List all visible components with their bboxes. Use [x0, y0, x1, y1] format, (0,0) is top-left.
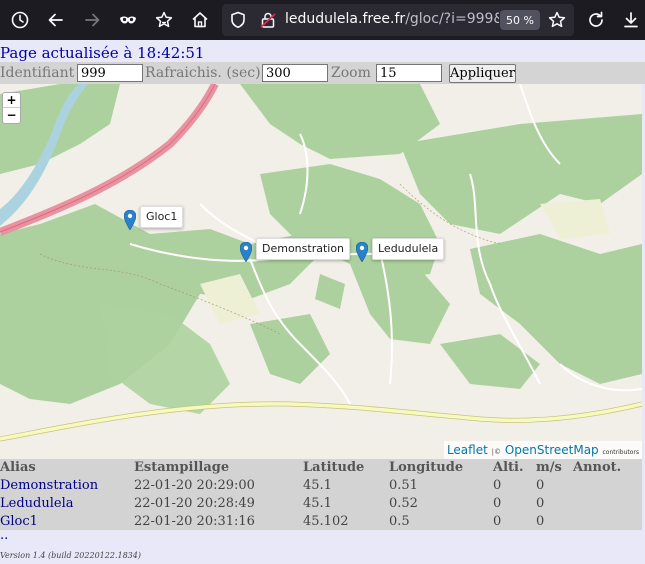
shield-icon[interactable] — [224, 6, 252, 34]
header-altitude: Alti. — [493, 460, 524, 475]
row-timestamp: 22-01-20 20:28:49 — [134, 496, 255, 511]
history-icon[interactable] — [6, 6, 34, 34]
apply-button[interactable]: Appliquer — [449, 64, 516, 83]
attribution-separator: |© — [491, 448, 501, 456]
map[interactable]: + − Gloc1 Demonstration Ledudulela Leafl… — [0, 84, 642, 459]
row-speed: 0 — [536, 514, 545, 529]
row-altitude: 0 — [493, 478, 502, 493]
zoom-in-button[interactable]: + — [3, 93, 20, 107]
marker-tooltip: Ledudulela — [372, 238, 445, 260]
identifier-label: Identifiant : — [0, 65, 84, 81]
leaflet-link[interactable]: Leaflet — [447, 443, 488, 457]
back-icon[interactable] — [42, 6, 70, 34]
row-altitude: 0 — [493, 496, 502, 511]
row-alias-link[interactable]: Gloc1 — [0, 514, 38, 529]
bookmark-icon[interactable] — [543, 6, 571, 34]
row-speed: 0 — [536, 478, 545, 493]
more-link[interactable]: .. — [0, 528, 8, 543]
map-zoom-control: + − — [2, 92, 21, 124]
url-text[interactable]: ledudulela.free.fr/gloc/?i=999&r — [285, 11, 499, 29]
zoom-level-badge[interactable]: 50 % — [500, 10, 540, 30]
map-marker-icon[interactable] — [355, 241, 369, 263]
bookmark-star-icon[interactable] — [150, 6, 178, 34]
header-latitude: Latitude — [303, 460, 365, 475]
settings-form: Identifiant : Rafraichis. (sec) : Zoom :… — [0, 62, 645, 84]
identifier-input[interactable] — [77, 64, 143, 82]
url-bar[interactable]: ledudulela.free.fr/gloc/?i=999&r 50 % — [222, 4, 574, 36]
marker-tooltip: Gloc1 — [140, 206, 184, 228]
openstreetmap-link[interactable]: OpenStreetMap — [505, 443, 599, 457]
insecure-lock-icon[interactable] — [254, 6, 282, 34]
header-annotation: Annot. — [573, 460, 622, 475]
map-marker-icon[interactable] — [239, 241, 253, 263]
row-longitude: 0.5 — [389, 514, 410, 529]
home-icon[interactable] — [186, 6, 214, 34]
row-alias-link[interactable]: Demonstration — [0, 478, 98, 493]
url-path: /gloc/?i=999&r — [405, 11, 499, 27]
row-longitude: 0.51 — [389, 478, 418, 493]
zoom-out-button[interactable]: − — [3, 107, 20, 122]
header-timestamp: Estampillage — [134, 460, 230, 475]
row-latitude: 45.102 — [303, 514, 349, 529]
url-domain: ledudulela.free.fr — [285, 11, 406, 27]
zoom-input[interactable] — [376, 64, 442, 82]
row-speed: 0 — [536, 496, 545, 511]
map-tiles[interactable] — [0, 84, 642, 459]
row-timestamp: 22-01-20 20:31:16 — [134, 514, 255, 529]
marker-tooltip: Demonstration — [256, 238, 351, 260]
page-refresh-title: Page actualisée à 18:42:51 — [0, 44, 205, 62]
row-longitude: 0.52 — [389, 496, 418, 511]
downloads-icon[interactable] — [617, 6, 645, 34]
refresh-label: Rafraichis. (sec) : — [145, 65, 270, 81]
refresh-input[interactable] — [262, 64, 328, 82]
browser-toolbar: ledudulela.free.fr/gloc/?i=999&r 50 % — [0, 0, 645, 40]
row-timestamp: 22-01-20 20:29:00 — [134, 478, 255, 493]
contributors-text: contributors — [602, 449, 640, 456]
header-alias: Alias — [0, 460, 36, 475]
reload-icon[interactable] — [582, 6, 610, 34]
forward-icon[interactable] — [78, 6, 106, 34]
header-longitude: Longitude — [389, 460, 464, 475]
row-alias-link[interactable]: Ledudulela — [0, 496, 73, 511]
map-attribution: Leaflet |© OpenStreetMap contributors — [443, 441, 642, 459]
private-browsing-icon[interactable] — [114, 6, 142, 34]
zoom-label: Zoom : — [331, 65, 381, 81]
header-speed: m/s — [536, 460, 562, 475]
row-latitude: 45.1 — [303, 478, 332, 493]
row-latitude: 45.1 — [303, 496, 332, 511]
map-marker-icon[interactable] — [123, 209, 137, 231]
version-text: Version 1.4 (build 20220122.1834) — [0, 551, 141, 560]
row-altitude: 0 — [493, 514, 502, 529]
positions-table: Alias Estampillage Latitude Longitude Al… — [0, 459, 642, 530]
